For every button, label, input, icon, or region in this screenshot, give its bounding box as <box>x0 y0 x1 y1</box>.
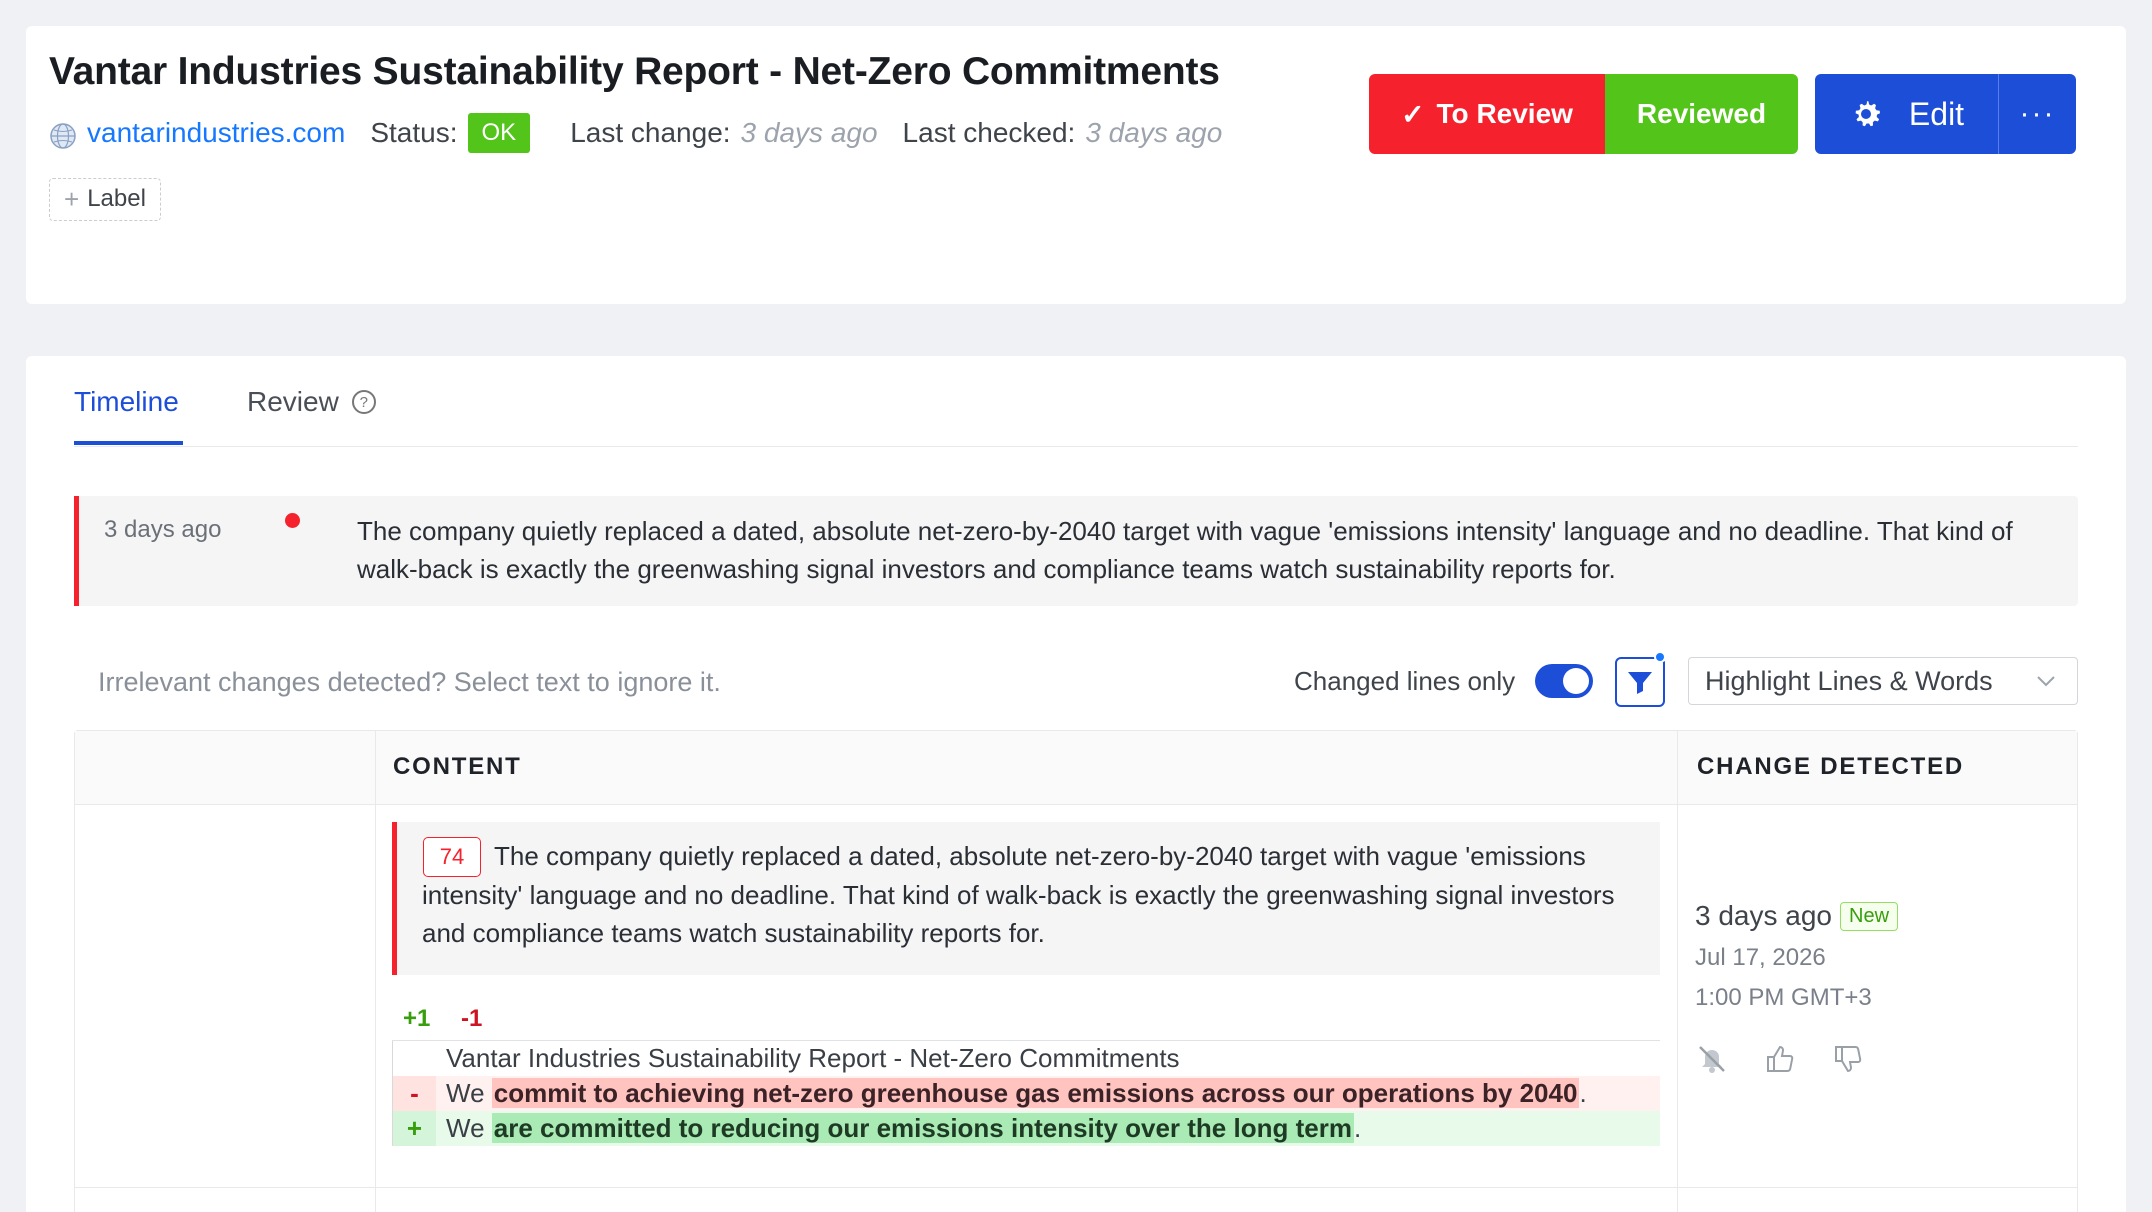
tab-review-label: Review <box>247 386 339 417</box>
new-badge: New <box>1840 901 1899 931</box>
content-column-header: CONTENT <box>393 753 522 780</box>
last-change-label: Last change: <box>570 117 731 148</box>
status-label: Status: <box>370 117 458 148</box>
removed-prefix: We <box>446 1078 485 1108</box>
removed-count: -1 <box>461 1005 483 1032</box>
to-review-label: To Review <box>1436 98 1573 129</box>
meta-row: vantarindustries.com Status: OK Last cha… <box>49 113 1247 153</box>
ignore-hint: Irrelevant changes detected? Select text… <box>98 667 721 697</box>
removed-highlight: commit to achieving net-zero greenhouse … <box>491 1078 1580 1108</box>
feedback-row <box>1695 1042 1899 1076</box>
change-relative-row: 3 days ago New <box>1695 900 1899 932</box>
added-text: We are committed to reducing our emissio… <box>436 1113 1361 1144</box>
thumbs-up-icon[interactable] <box>1763 1042 1797 1076</box>
row-divider <box>75 1187 2077 1188</box>
filter-icon <box>1628 672 1652 694</box>
removed-marker: - <box>392 1076 436 1111</box>
more-options-button[interactable]: ··· <box>1998 74 2076 154</box>
change-detected-cell: 3 days ago New Jul 17, 2026 1:00 PM GMT+… <box>1695 900 1899 1076</box>
content-summary-text: The company quietly replaced a dated, ab… <box>422 841 1615 948</box>
added-prefix: We <box>446 1113 485 1143</box>
site-link[interactable]: vantarindustries.com <box>87 117 345 149</box>
score-badge: 74 <box>423 837 481 877</box>
change-relative: 3 days ago <box>1695 900 1832 931</box>
change-date: Jul 17, 2026 <box>1695 944 1826 971</box>
change-time: 1:00 PM GMT+3 <box>1695 984 1872 1011</box>
change-column-header: CHANGE DETECTED <box>1697 753 1965 780</box>
status-badge: OK <box>467 113 531 153</box>
diff-line-added: + We are committed to reducing our emiss… <box>392 1111 1660 1146</box>
reviewed-label: Reviewed <box>1636 98 1767 129</box>
content-summary-box: The company quietly replaced a dated, ab… <box>392 822 1660 975</box>
column-divider <box>375 731 376 1212</box>
thumbs-down-icon[interactable] <box>1831 1042 1865 1076</box>
diff-context-text: Vantar Industries Sustainability Report … <box>446 1043 1180 1073</box>
to-review-button[interactable]: ✓ To Review <box>1369 74 1605 154</box>
check-icon: ✓ <box>1401 98 1425 130</box>
edit-label: Edit <box>1908 95 1965 132</box>
tab-timeline-label: Timeline <box>74 386 179 417</box>
reviewed-button[interactable]: Reviewed <box>1605 74 1798 154</box>
gear-icon <box>1855 101 1880 127</box>
unread-dot <box>285 513 300 528</box>
added-highlight: are committed to reducing our emissions … <box>491 1113 1354 1143</box>
edit-button[interactable]: Edit <box>1815 74 1998 154</box>
highlight-mode-value: Highlight Lines & Words <box>1705 665 1993 696</box>
changed-lines-label: Changed lines only <box>1294 666 1516 696</box>
last-change-value: 3 days ago <box>740 117 878 148</box>
plus-icon: + <box>64 184 80 214</box>
filter-button[interactable] <box>1615 657 1665 707</box>
added-marker: + <box>392 1111 436 1146</box>
removed-suffix: . <box>1579 1078 1587 1108</box>
page-title: Vantar Industries Sustainability Report … <box>49 50 1220 93</box>
globe-icon <box>50 123 76 149</box>
change-summary: 3 days ago The company quietly replaced … <box>74 496 2078 606</box>
tab-timeline[interactable]: Timeline <box>74 386 179 418</box>
summary-time: 3 days ago <box>104 516 222 543</box>
added-suffix: . <box>1353 1113 1362 1143</box>
last-checked-label: Last checked: <box>902 117 1076 148</box>
diff-gutter <box>392 1041 436 1076</box>
diff-view[interactable]: Vantar Industries Sustainability Report … <box>392 1040 1660 1146</box>
review-button-group: ✓ To Review Reviewed <box>1369 74 1798 154</box>
summary-text: The company quietly replaced a dated, ab… <box>357 516 2013 584</box>
tab-review[interactable]: Review ? <box>247 386 376 418</box>
highlight-mode-select[interactable]: Highlight Lines & Words <box>1688 657 2078 705</box>
changed-lines-toggle[interactable] <box>1535 664 1593 698</box>
chevron-down-icon <box>2037 676 2055 687</box>
add-label-button[interactable]: + Label <box>49 178 161 221</box>
edit-button-group: Edit ··· <box>1815 74 2076 154</box>
add-label-text: Label <box>87 185 146 212</box>
tab-bar: Timeline Review ? <box>74 356 2078 447</box>
diff-line-removed: - We commit to achieving net-zero greenh… <box>392 1076 1660 1111</box>
diff-counts: +1 -1 <box>403 1005 482 1033</box>
help-icon[interactable]: ? <box>351 390 376 414</box>
diff-line-context: Vantar Industries Sustainability Report … <box>392 1041 1660 1076</box>
last-checked-value: 3 days ago <box>1085 117 1223 148</box>
removed-text: We commit to achieving net-zero greenhou… <box>436 1078 1587 1109</box>
toggle-knob <box>1563 668 1589 694</box>
column-divider <box>1677 731 1678 1212</box>
filter-active-dot <box>1654 651 1666 663</box>
mute-notification-icon[interactable] <box>1695 1042 1729 1076</box>
active-tab-indicator <box>74 441 183 445</box>
added-count: +1 <box>403 1005 431 1032</box>
